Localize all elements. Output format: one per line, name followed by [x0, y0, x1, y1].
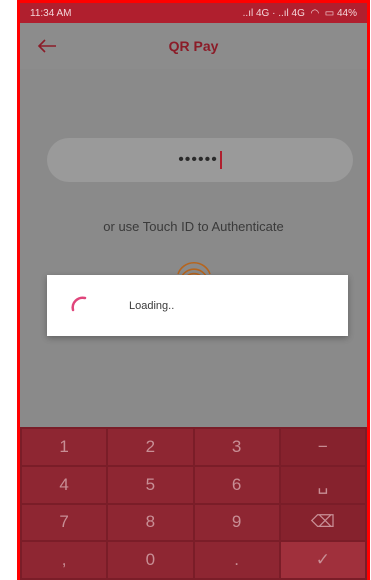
key-0[interactable]: 0 [108, 542, 193, 578]
page-title: QR Pay [168, 38, 219, 54]
wifi-icon: ◠ [310, 7, 320, 19]
key-7[interactable]: 7 [22, 504, 107, 541]
key-8[interactable]: 8 [108, 504, 193, 541]
key-backspace[interactable]: ⌫ [280, 504, 365, 541]
app-bar: QR Pay [20, 23, 367, 69]
signal-icons: ..ıl 4G · ..ıl 4G [242, 7, 305, 19]
text-cursor [219, 151, 222, 169]
key-minus[interactable]: − [280, 429, 365, 465]
status-bar: 11:34 AM ..ıl 4G · ..ıl 4G ◠ ▭ 44% [20, 3, 367, 23]
key-done[interactable]: ✓ [280, 542, 365, 578]
loading-spinner-icon [71, 296, 87, 311]
loading-dialog: Loading.. [47, 275, 348, 336]
pin-input[interactable]: •••••• [47, 138, 353, 182]
battery-level: 44% [336, 7, 357, 19]
status-indicators: ..ıl 4G · ..ıl 4G ◠ ▭ 44% [243, 8, 357, 19]
key-2[interactable]: 2 [108, 429, 193, 465]
phone-screen: 11:34 AM ..ıl 4G · ..ıl 4G ◠ ▭ 44% QR Pa… [20, 3, 367, 580]
back-button[interactable] [32, 33, 62, 59]
key-3[interactable]: 3 [194, 429, 279, 465]
touch-id-label: or use Touch ID to Authenticate [103, 219, 284, 234]
arrow-left-icon [37, 39, 56, 53]
key-comma[interactable]: , [22, 542, 107, 578]
key-9[interactable]: 9 [194, 504, 279, 541]
key-space[interactable]: ␣ [280, 466, 365, 503]
battery-icon: ▭ [324, 7, 335, 19]
key-6[interactable]: 6 [194, 466, 279, 503]
key-1[interactable]: 1 [22, 429, 107, 465]
pin-value: •••••• [178, 151, 218, 168]
key-5[interactable]: 5 [108, 466, 193, 503]
numeric-keypad: 1 2 3− 4 5 6 ␣ 7 8 9 ⌫, 0. ✓ [20, 427, 367, 580]
key-period[interactable]: . [194, 542, 279, 578]
key-4[interactable]: 4 [22, 466, 107, 503]
loading-message: Loading.. [129, 299, 175, 312]
status-time: 11:34 AM [30, 7, 72, 19]
